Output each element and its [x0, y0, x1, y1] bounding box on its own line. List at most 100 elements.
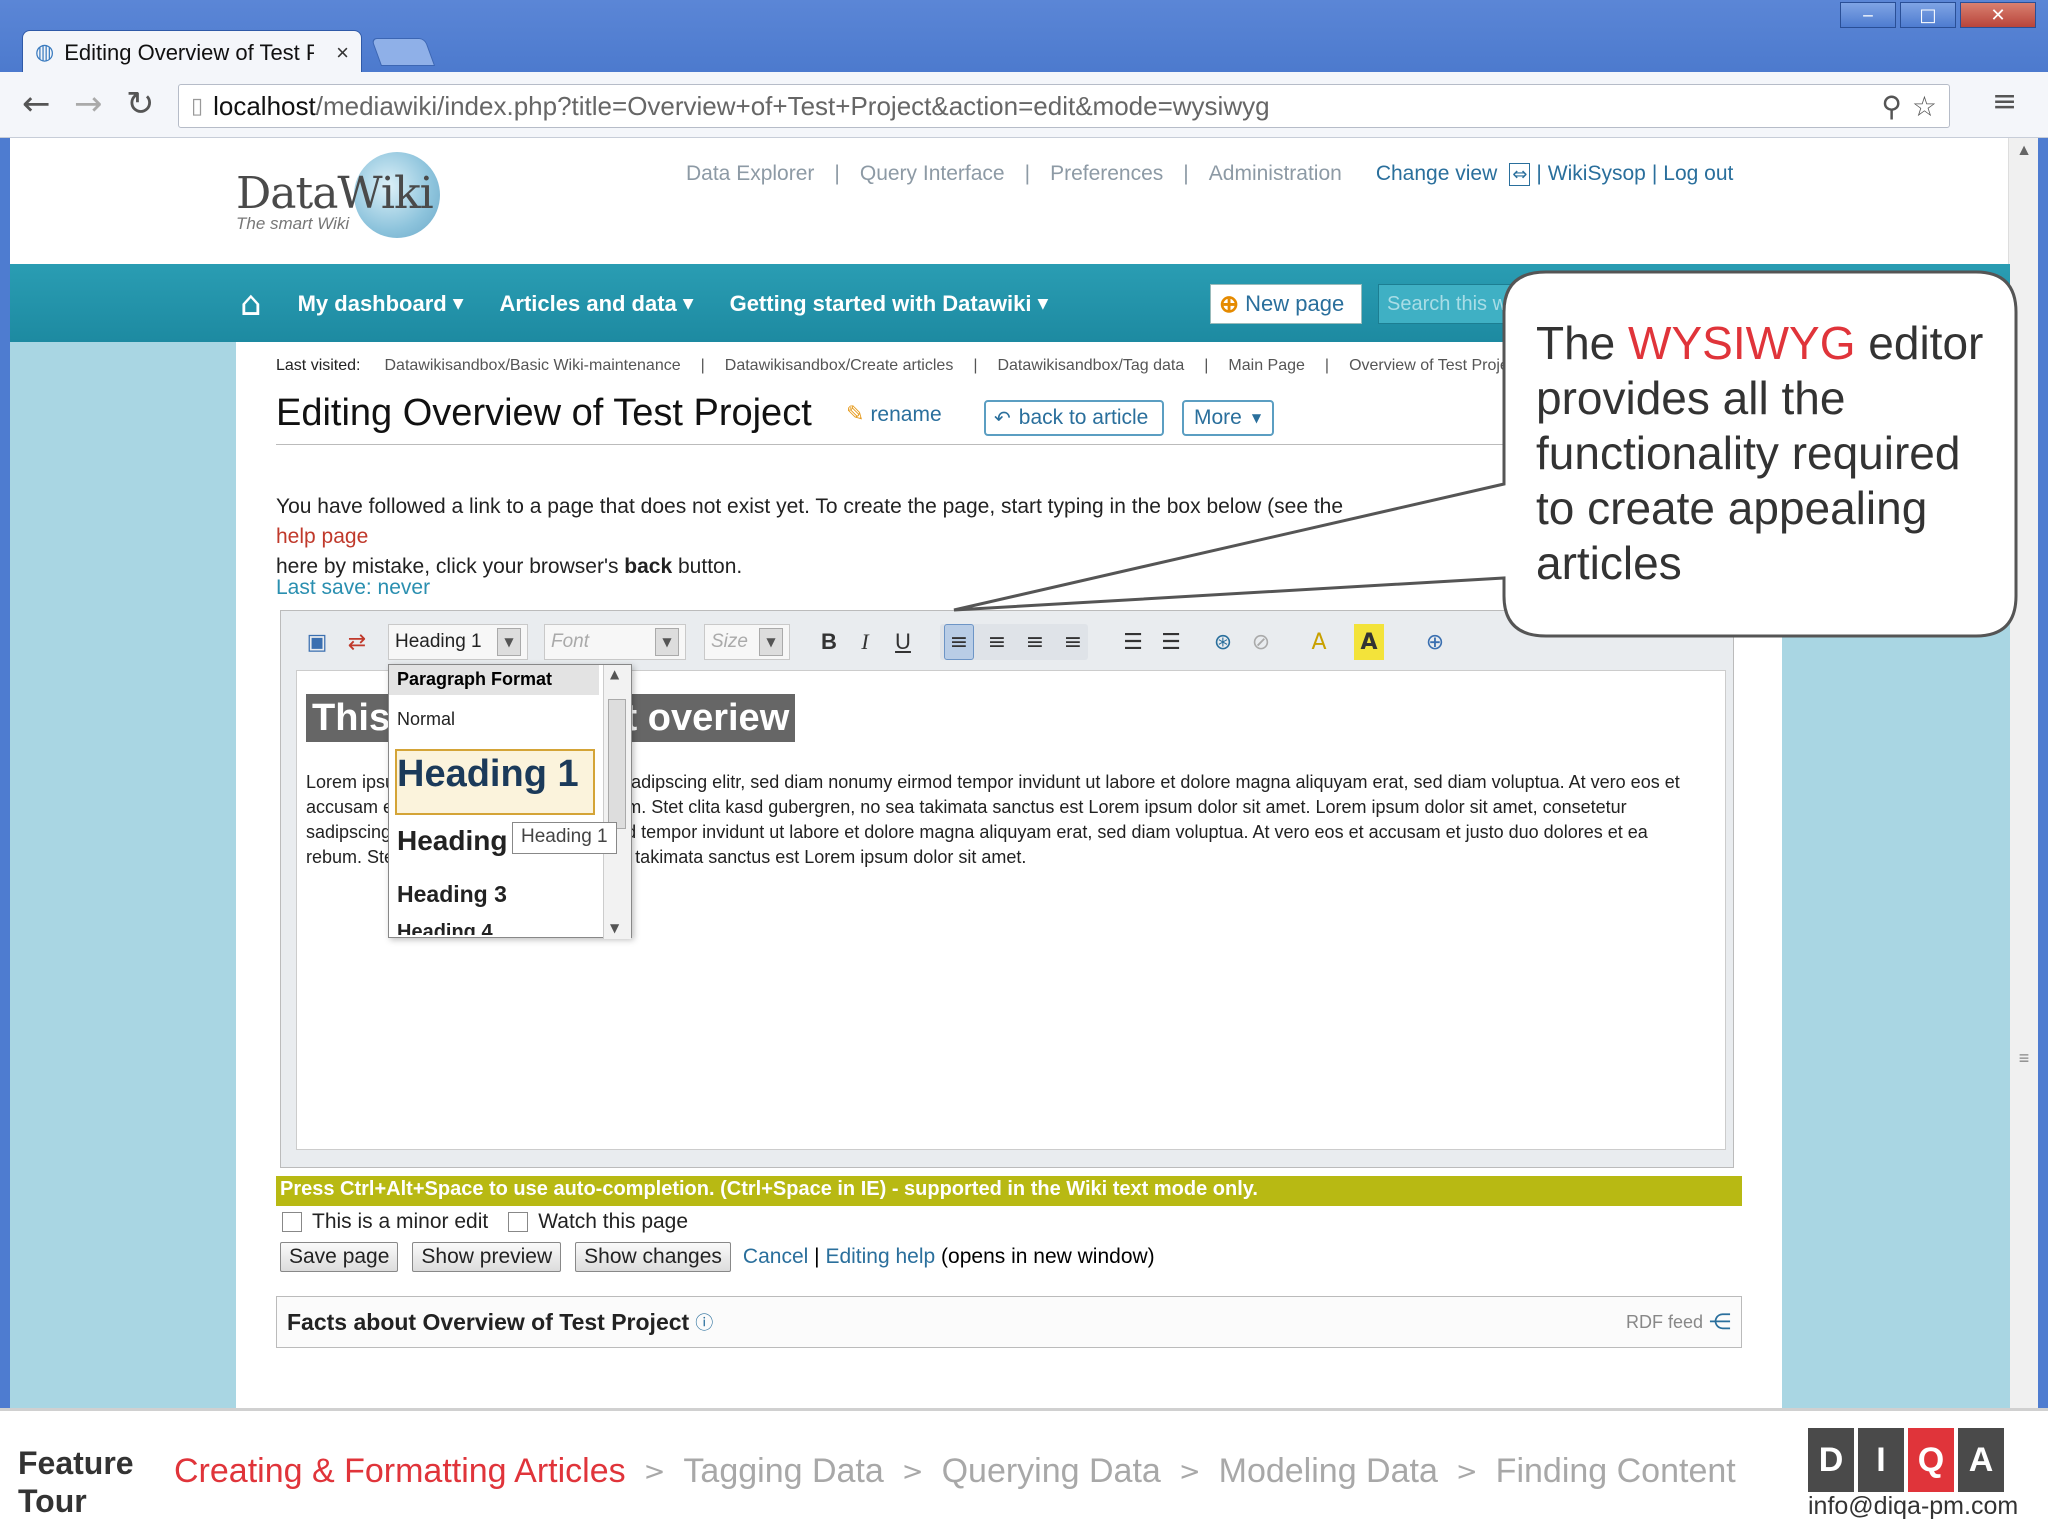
last-visited-item[interactable]: Datawikisandbox/Tag data: [997, 357, 1184, 375]
separator: |: [700, 357, 705, 374]
menu-icon[interactable]: ≡: [1992, 84, 2017, 119]
align-center-icon[interactable]: ≡: [982, 624, 1012, 660]
nav-getting-started[interactable]: Getting started with Datawiki ▼: [730, 291, 1049, 317]
page-scrollbar[interactable]: ▲ ≡: [2008, 138, 2038, 1408]
scroll-down-icon[interactable]: ▼: [610, 921, 619, 935]
align-right-icon[interactable]: ≡: [1020, 624, 1050, 660]
background-color-icon[interactable]: A: [1354, 624, 1384, 660]
cancel-link[interactable]: Cancel: [743, 1245, 808, 1268]
show-changes-button[interactable]: Show changes: [575, 1242, 731, 1272]
tour-step[interactable]: Querying Data: [942, 1452, 1161, 1491]
font-select[interactable]: Font ▼: [544, 624, 686, 660]
address-bar[interactable]: ▯ localhost/mediawiki/index.php?title=Ov…: [178, 84, 1950, 128]
info-icon[interactable]: ⓘ: [695, 1309, 713, 1335]
share-icon: ⋲: [1709, 1309, 1731, 1335]
administration-link[interactable]: Administration: [1209, 162, 1342, 186]
more-label: More: [1194, 406, 1242, 429]
tour-step-active[interactable]: Creating & Formatting Articles: [174, 1452, 626, 1491]
nav-articles-and-data[interactable]: Articles and data ▼: [500, 291, 694, 317]
search-placeholder: Search this wiki: [1387, 292, 1526, 315]
tour-step[interactable]: Tagging Data: [683, 1452, 883, 1491]
dropdown-scrollbar[interactable]: ▲ ▼: [603, 665, 631, 939]
user-link[interactable]: WikiSysop: [1548, 162, 1646, 186]
data-explorer-link[interactable]: Data Explorer: [686, 162, 814, 186]
close-window-button[interactable]: ✕: [1960, 2, 2036, 28]
home-icon[interactable]: ⌂: [240, 284, 262, 324]
reload-icon[interactable]: ↻: [126, 84, 155, 124]
format-option-normal[interactable]: Normal: [397, 709, 455, 730]
edit-options-row: This is a minor edit Watch this page: [282, 1210, 688, 1234]
size-select[interactable]: Size ▼: [704, 624, 790, 660]
underline-button[interactable]: U: [888, 624, 918, 660]
editing-help-link[interactable]: Editing help: [825, 1245, 935, 1268]
tab-close-icon[interactable]: ×: [336, 40, 349, 66]
intro-line: button.: [672, 555, 743, 578]
source-toggle-icon[interactable]: ⇄: [342, 624, 372, 660]
paragraph-format-select[interactable]: Heading 1 ▼: [388, 624, 528, 660]
minimize-button[interactable]: ‒: [1840, 2, 1896, 28]
scroll-thumb-grip-icon[interactable]: ≡: [2015, 1048, 2033, 1069]
separator: |: [1536, 162, 1542, 185]
format-option-heading-4[interactable]: Heading 4: [397, 921, 493, 935]
watch-page-checkbox[interactable]: [508, 1212, 529, 1232]
bullet-list-icon[interactable]: ☰: [1156, 624, 1186, 660]
new-tab-button[interactable]: [370, 38, 436, 66]
format-option-heading-3[interactable]: Heading 3: [397, 881, 507, 908]
preferences-link[interactable]: Preferences: [1050, 162, 1163, 186]
back-arrow-icon[interactable]: ←: [22, 84, 51, 124]
change-view-icon[interactable]: ⇔: [1509, 162, 1531, 186]
tour-step[interactable]: Finding Content: [1496, 1452, 1736, 1491]
wiki-search-input[interactable]: Search this wiki: [1378, 284, 1538, 324]
last-visited-item[interactable]: Overview of Test Project: [1349, 357, 1521, 375]
callout-text: The WYSIWYG editor provides all the func…: [1536, 316, 2006, 591]
facts-box: Facts about Overview of Test Project ⓘ R…: [276, 1296, 1742, 1348]
format-option-heading-1[interactable]: Heading 1: [397, 753, 579, 796]
dropdown-arrow-icon[interactable]: ▼: [759, 628, 783, 656]
query-interface-link[interactable]: Query Interface: [860, 162, 1005, 186]
star-icon[interactable]: ☆: [1912, 90, 1937, 123]
text-color-icon[interactable]: A: [1304, 624, 1334, 660]
maximize-button[interactable]: □: [1900, 2, 1956, 28]
more-menu-button[interactable]: More ▼: [1182, 400, 1274, 436]
scroll-up-icon[interactable]: ▲: [610, 667, 619, 681]
save-page-button[interactable]: Save page: [280, 1242, 399, 1272]
new-page-button[interactable]: ⊕ New page: [1210, 284, 1362, 324]
dropdown-arrow-icon[interactable]: ▼: [655, 628, 679, 656]
logo-wordmark: DataWiki: [236, 168, 434, 219]
justify-icon[interactable]: ≡: [1058, 624, 1088, 660]
forward-arrow-icon[interactable]: →: [74, 84, 103, 124]
unlink-icon[interactable]: ⊘: [1246, 624, 1276, 660]
search-icon[interactable]: ⚲: [1881, 90, 1902, 123]
last-visited-item[interactable]: Datawikisandbox/Create articles: [725, 357, 954, 375]
back-to-article-button[interactable]: ↶ back to article: [984, 400, 1164, 436]
numbered-list-icon[interactable]: ☰: [1118, 624, 1148, 660]
help-page-link[interactable]: help page: [276, 525, 368, 548]
align-left-icon[interactable]: ≡: [944, 624, 974, 660]
minor-edit-checkbox[interactable]: [282, 1212, 302, 1232]
nav-label: Articles and data: [499, 291, 677, 316]
dropdown-arrow-icon[interactable]: ▼: [497, 628, 521, 656]
globe-icon: ◍: [35, 40, 55, 65]
nav-my-dashboard[interactable]: My dashboard ▼: [298, 291, 464, 317]
change-view-link[interactable]: Change view: [1376, 162, 1497, 186]
format-option-heading-2[interactable]: Heading 2: [397, 825, 531, 857]
show-preview-button[interactable]: Show preview: [412, 1242, 562, 1272]
tour-step[interactable]: Modeling Data: [1219, 1452, 1438, 1491]
datawiki-logo[interactable]: DataWiki The smart Wiki: [236, 148, 446, 240]
insert-link-icon[interactable]: ⊛: [1208, 624, 1238, 660]
rename-link[interactable]: ✎ rename: [846, 402, 942, 427]
logout-link[interactable]: Log out: [1663, 162, 1733, 186]
browser-tab[interactable]: ◍ Editing Overview of Test P ×: [22, 30, 362, 74]
bold-button[interactable]: B: [814, 624, 844, 660]
italic-button[interactable]: I: [850, 624, 880, 660]
scroll-up-icon[interactable]: ▲: [2009, 142, 2039, 160]
rdf-feed-link[interactable]: RDF feed ⋲: [1626, 1310, 1731, 1335]
scroll-thumb[interactable]: [608, 699, 626, 829]
tour-word: Tour: [18, 1483, 87, 1519]
last-save-status: Last save: never: [276, 576, 431, 599]
intro-line: You have followed a link to a page that …: [276, 495, 1344, 518]
last-visited-item[interactable]: Datawikisandbox/Basic Wiki-maintenance: [384, 357, 680, 375]
insert-media-icon[interactable]: ⊕: [1420, 624, 1450, 660]
save-icon[interactable]: ▣: [302, 624, 332, 660]
last-visited-item[interactable]: Main Page: [1228, 357, 1305, 375]
